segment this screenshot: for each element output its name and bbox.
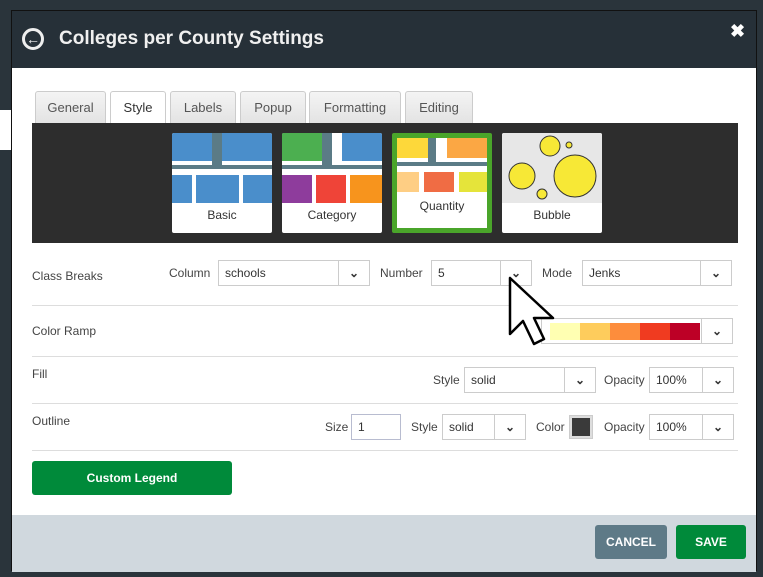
chevron-down-icon: ⌄ — [494, 415, 525, 439]
style-tile-label: Basic — [207, 208, 237, 222]
color-swatch — [572, 418, 590, 436]
mode-select[interactable]: Jenks ⌄ — [582, 260, 732, 286]
outline-opacity-select[interactable]: 100% ⌄ — [649, 414, 734, 440]
fill-opacity-label: Opacity — [604, 373, 645, 387]
fill-opacity-value: 100% — [656, 373, 687, 387]
color-ramp-swatch — [610, 323, 640, 340]
outline-color-label: Color — [536, 420, 565, 434]
settings-modal: ← Colleges per County Settings ✖ General… — [11, 10, 757, 572]
save-button[interactable]: SAVE — [676, 525, 746, 559]
style-tile-basic[interactable]: Basic — [172, 133, 272, 233]
style-tile-label: Bubble — [533, 208, 571, 222]
color-ramp-swatch — [580, 323, 610, 340]
fill-style-select[interactable]: solid ⌄ — [464, 367, 596, 393]
tab-style[interactable]: Style — [110, 91, 166, 126]
number-value: 5 — [438, 266, 445, 280]
tab-formatting[interactable]: Formatting — [309, 91, 401, 125]
outline-opacity-label: Opacity — [604, 420, 645, 434]
outline-size-label: Size — [325, 420, 349, 434]
modal-footer: CANCEL SAVE — [12, 515, 756, 572]
style-tile-label: Category — [307, 208, 357, 222]
column-value: schools — [225, 266, 266, 280]
tab-popup[interactable]: Popup — [240, 91, 306, 125]
style-type-panel: Basic Category Quantity Bubble — [32, 123, 738, 243]
fill-opacity-select[interactable]: 100% ⌄ — [649, 367, 734, 393]
modal-title: Colleges per County Settings — [59, 28, 324, 49]
style-tile-bubble[interactable]: Bubble — [502, 133, 602, 233]
divider — [32, 305, 738, 306]
chevron-down-icon: ⌄ — [702, 368, 733, 392]
color-ramp-swatches — [550, 323, 700, 340]
tab-editing[interactable]: Editing — [405, 91, 473, 125]
tab-general[interactable]: General — [35, 91, 106, 125]
color-ramp-label: Color Ramp — [32, 324, 97, 338]
outline-label: Outline — [32, 414, 71, 428]
custom-legend-button[interactable]: Custom Legend — [32, 461, 232, 495]
outline-style-select[interactable]: solid ⌄ — [442, 414, 526, 440]
chevron-down-icon: ⌄ — [338, 261, 369, 285]
column-label: Column — [169, 266, 211, 280]
outline-style-label: Style — [411, 420, 438, 434]
chevron-down-icon: ⌄ — [701, 319, 732, 343]
outline-style-value: solid — [449, 420, 474, 434]
close-icon[interactable]: ✖ — [730, 21, 745, 42]
color-ramp-select[interactable]: ⌄ — [541, 318, 733, 344]
fill-label: Fill — [32, 367, 48, 381]
chevron-down-icon: ⌄ — [700, 261, 731, 285]
divider — [32, 403, 738, 404]
color-ramp-swatch — [640, 323, 670, 340]
number-label: Number — [380, 266, 423, 280]
tab-labels[interactable]: Labels — [170, 91, 236, 125]
outline-color-picker[interactable] — [569, 415, 593, 439]
fill-style-value: solid — [471, 373, 496, 387]
outline-opacity-value: 100% — [656, 420, 687, 434]
background-panel-edge — [0, 110, 11, 150]
class-breaks-label: Class Breaks — [32, 269, 103, 283]
fill-style-label: Style — [433, 373, 460, 387]
style-tile-label: Quantity — [419, 199, 465, 213]
style-tile-category[interactable]: Category — [282, 133, 382, 233]
bubble-icon — [502, 133, 602, 203]
cancel-button[interactable]: CANCEL — [595, 525, 667, 559]
column-select[interactable]: schools ⌄ — [218, 260, 370, 286]
chevron-down-icon: ⌄ — [702, 415, 733, 439]
style-tile-quantity[interactable]: Quantity — [392, 133, 492, 233]
back-arrow-circle-icon[interactable]: ← — [22, 28, 44, 50]
outline-size-input[interactable]: 1 — [351, 414, 401, 440]
color-ramp-swatch — [670, 323, 700, 340]
divider — [32, 356, 738, 357]
mouse-cursor-icon — [508, 276, 555, 346]
divider — [32, 450, 738, 451]
mode-value: Jenks — [589, 266, 621, 280]
chevron-down-icon: ⌄ — [564, 368, 595, 392]
modal-header: ← Colleges per County Settings ✖ — [12, 11, 756, 68]
